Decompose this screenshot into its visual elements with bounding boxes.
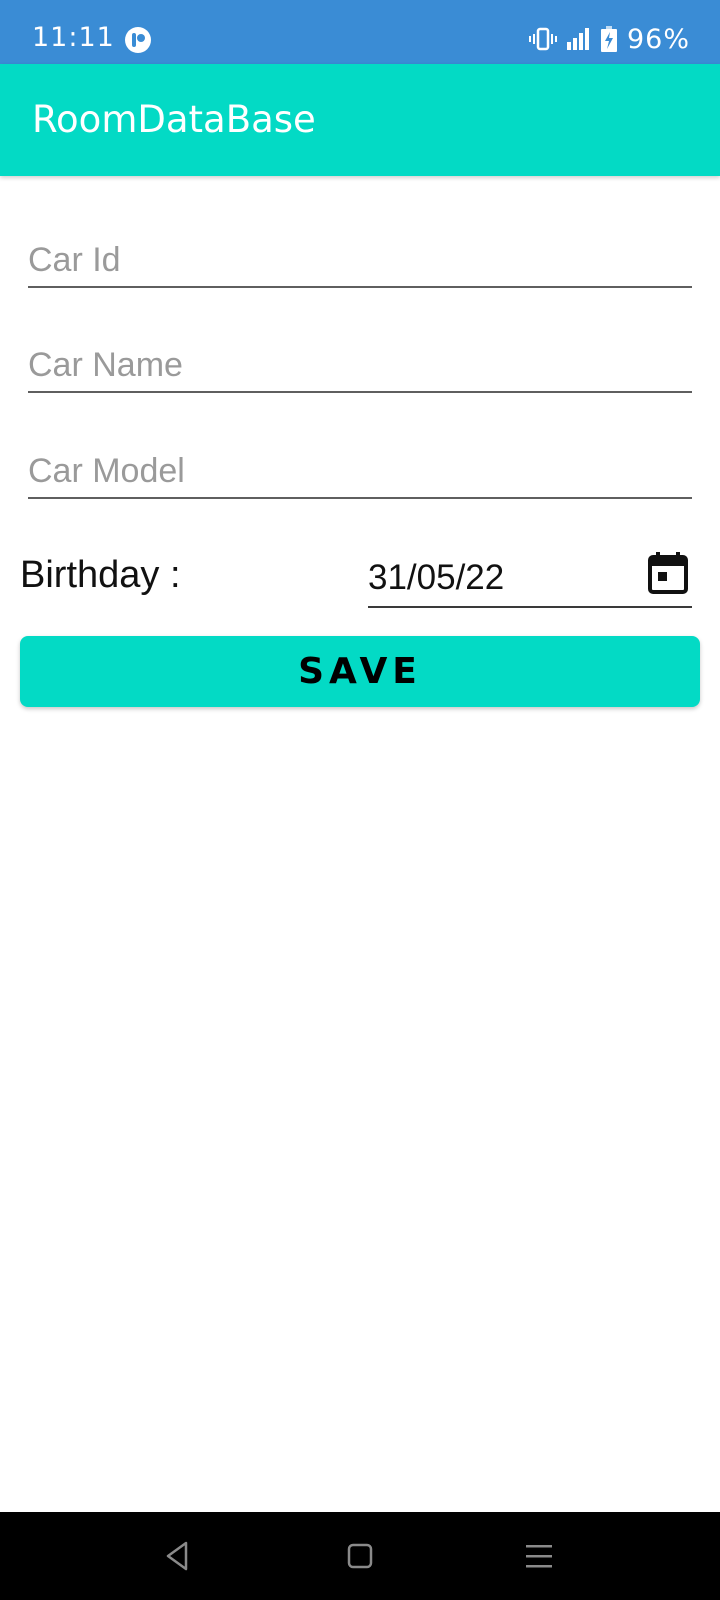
app-notification-icon xyxy=(124,26,152,54)
battery-charging-icon xyxy=(600,26,617,52)
calendar-icon[interactable] xyxy=(648,552,688,594)
status-bar: 11:11 96% xyxy=(0,0,720,64)
navigation-bar xyxy=(0,1512,720,1600)
car-model-field xyxy=(28,433,692,499)
signal-icon xyxy=(566,28,591,50)
battery-percentage: 96% xyxy=(626,23,690,55)
car-name-input[interactable] xyxy=(28,346,692,385)
car-name-field xyxy=(28,327,692,393)
birthday-date-value[interactable]: 31/05/22 xyxy=(368,558,504,598)
app-bar: RoomDataBase xyxy=(0,64,720,176)
app-title: RoomDataBase xyxy=(32,98,316,141)
car-id-field xyxy=(28,222,692,288)
back-icon[interactable] xyxy=(160,1538,196,1574)
vibrate-icon xyxy=(528,27,557,51)
car-id-input[interactable] xyxy=(28,241,692,280)
save-button[interactable]: SAVE xyxy=(20,636,700,707)
birthday-date-field[interactable]: 31/05/22 xyxy=(368,548,692,608)
car-model-input[interactable] xyxy=(28,452,692,491)
birthday-label: Birthday : xyxy=(20,554,181,596)
home-icon[interactable] xyxy=(342,1538,378,1574)
recents-icon[interactable] xyxy=(522,1538,558,1574)
status-time: 11:11 xyxy=(32,22,115,53)
